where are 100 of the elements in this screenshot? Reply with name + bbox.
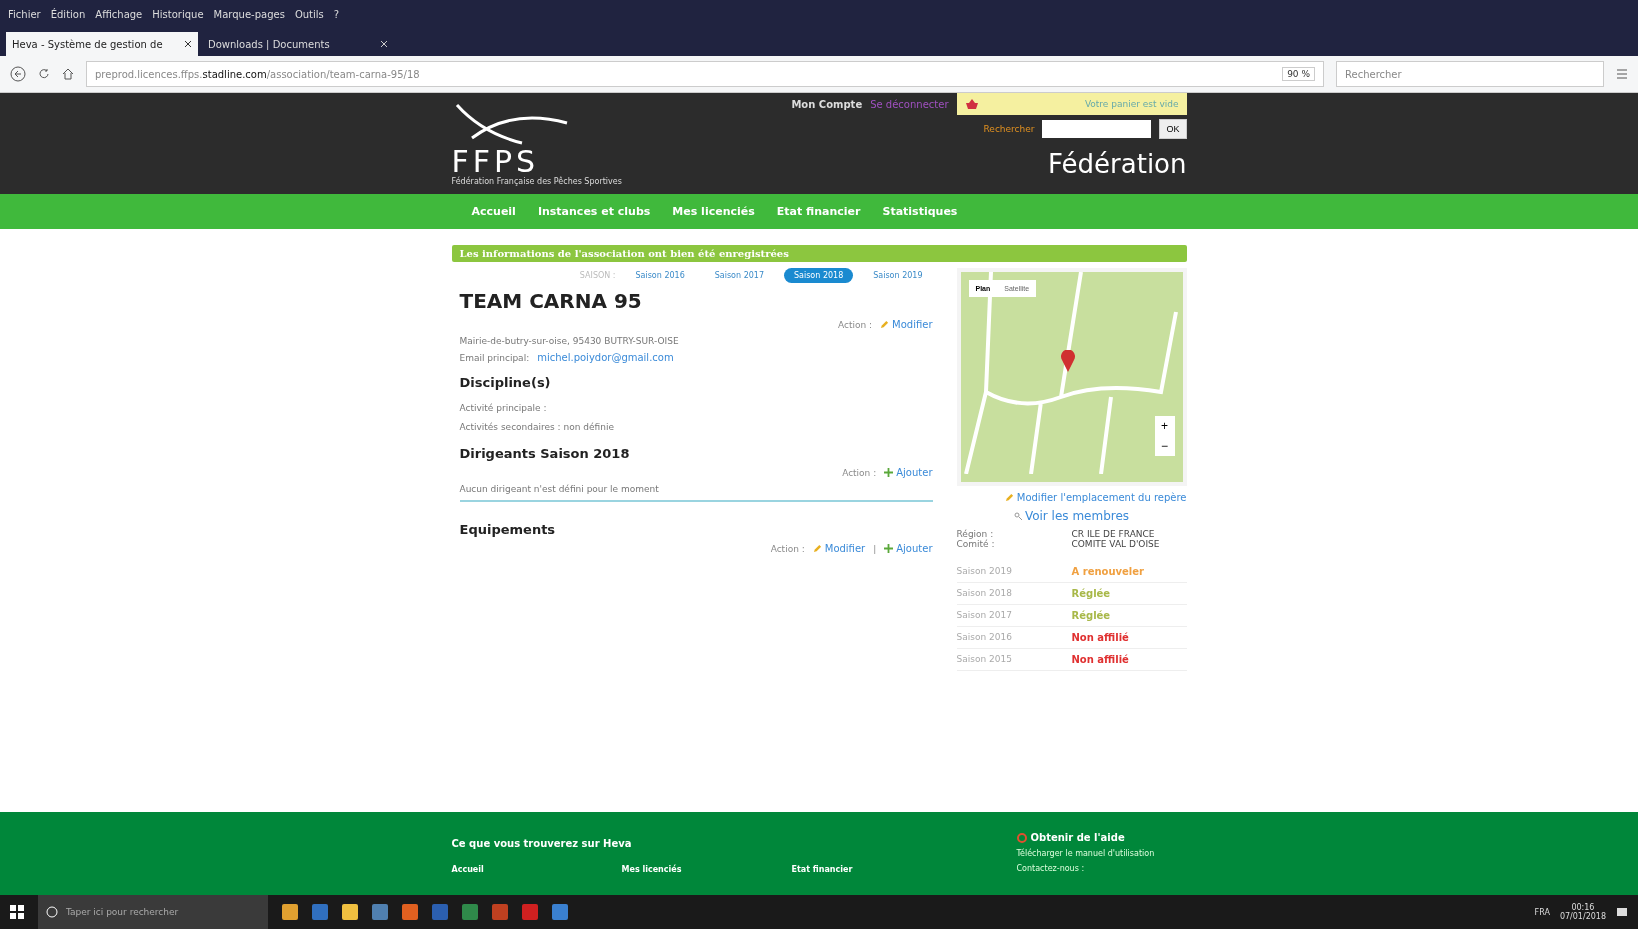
season-name: Saison 2018 [956, 588, 1013, 599]
pencil-icon [812, 544, 822, 553]
menu-item[interactable]: ? [333, 8, 340, 20]
plus-icon [884, 544, 894, 553]
email-label: Email principal: [459, 352, 530, 363]
edit-link[interactable]: Modifier [880, 319, 933, 330]
plus-icon [884, 468, 894, 477]
menu-item[interactable]: Marque-pages [213, 8, 285, 20]
clock-date: 07/01/2018 [1559, 912, 1606, 921]
edit-link[interactable]: Modifier [812, 543, 866, 554]
action-label: Action : [837, 319, 873, 330]
taskbar-app-icon[interactable] [552, 904, 568, 920]
map-pin-icon [1060, 350, 1075, 372]
search-input[interactable] [1042, 120, 1152, 138]
cart-banner: Votre panier est vide [956, 93, 1187, 115]
info-value: COMITE VAL D'OISE [1071, 539, 1161, 549]
success-notice: Les informations de l'association ont bien été enregistrées [451, 245, 1187, 262]
taskbar-app-icon[interactable] [522, 904, 538, 920]
section-heading: Discipline(s) [459, 375, 552, 390]
club-address: Mairie-de-butry-sur-oise, 95430 BUTRY-SUR-OISE [459, 336, 680, 346]
taskbar-app-icon[interactable] [432, 904, 448, 920]
action-label: Action : [770, 543, 805, 554]
nav-link[interactable]: Accueil [471, 205, 516, 218]
taskbar-app-icon[interactable] [342, 904, 358, 920]
close-icon[interactable] [184, 40, 192, 48]
pencil-icon [1004, 493, 1014, 502]
notification-icon[interactable] [1616, 906, 1628, 918]
taskbar-app-icon[interactable] [492, 904, 508, 920]
nav-link[interactable]: Etat financier [776, 205, 861, 218]
add-link[interactable]: Ajouter [884, 467, 933, 478]
season-status: Réglée [1071, 588, 1111, 599]
nav-link[interactable]: Instances et clubs [537, 205, 651, 218]
separator: | [873, 543, 877, 554]
help-title: Obtenir de l'aide [1016, 832, 1187, 843]
add-link[interactable]: Ajouter [884, 543, 933, 554]
pencil-icon [880, 320, 890, 329]
club-name: TEAM CARNA 95 [459, 289, 643, 313]
season-label: SAISON : [579, 271, 616, 280]
info-label: Comité : [956, 539, 996, 549]
menu-item[interactable]: Fichier [8, 8, 41, 20]
logo-text: FFPS [451, 147, 540, 177]
clock-time: 00:16 [1571, 903, 1595, 912]
season-status: Réglée [1071, 610, 1111, 621]
browser-tab[interactable]: Heva - Système de gestion de [6, 32, 198, 56]
magnifier-icon [1013, 512, 1022, 520]
menu-item[interactable]: Édition [50, 8, 86, 20]
section-title: Fédération [1048, 149, 1187, 179]
taskbar-app-icon[interactable] [462, 904, 478, 920]
ok-button[interactable]: OK [1159, 119, 1187, 139]
search-field[interactable]: Rechercher [1336, 61, 1604, 87]
email-link[interactable]: michel.poiydor@gmail.com [537, 352, 674, 363]
footer-title: Ce que vous trouverez sur Heva [451, 838, 632, 849]
section-heading: Dirigeants Saison 2018 [459, 446, 631, 461]
help-link[interactable]: Contactez-nous : [1016, 864, 1187, 873]
footer-link[interactable]: Etat financier [791, 865, 962, 874]
home-icon[interactable] [62, 68, 74, 80]
taskbar-search-field[interactable]: Taper ici pour rechercher [38, 895, 268, 929]
discipline-text: Activités secondaires : non définie [459, 422, 614, 432]
taskbar-app-icon[interactable] [402, 904, 418, 920]
windows-start-icon[interactable] [10, 905, 24, 919]
season-name: Saison 2017 [956, 610, 1013, 621]
account-label: Mon Compte [791, 98, 863, 110]
season-tab[interactable]: Saison 2019 [863, 268, 933, 283]
menu-item[interactable]: Historique [152, 8, 204, 20]
taskbar-app-icon[interactable] [312, 904, 328, 920]
menu-item[interactable]: Affichage [95, 8, 143, 20]
action-label: Action : [842, 467, 877, 478]
season-name: Saison 2015 [956, 654, 1013, 665]
section-heading: Equipements [459, 522, 557, 537]
browser-tab[interactable]: Downloads | Documents [202, 32, 394, 56]
season-name: Saison 2016 [956, 632, 1013, 643]
empty-message: Aucun dirigeant n'est défini pour le moment [459, 484, 660, 494]
footer-link[interactable]: Accueil [451, 865, 622, 874]
menu-icon[interactable] [1616, 68, 1628, 80]
footer-link[interactable]: Mes licenciés [621, 865, 792, 874]
season-tab[interactable]: Saison 2017 [704, 268, 774, 283]
nav-link[interactable]: Mes licenciés [672, 205, 755, 218]
info-label: Région : [956, 529, 995, 539]
back-icon[interactable] [10, 66, 26, 82]
info-value: CR ILE DE FRANCE [1071, 529, 1156, 539]
season-name: Saison 2019 [956, 566, 1013, 577]
edit-marker-link[interactable]: Modifier l'emplacement du repère [1004, 492, 1187, 503]
season-status: A renouveler [1071, 566, 1144, 577]
discipline-text: Activité principale : [459, 403, 547, 413]
logo-subtitle: Fédération Française des Pêches Sportives [451, 177, 622, 186]
season-tab[interactable]: Saison 2016 [625, 268, 695, 283]
season-status: Non affilié [1071, 632, 1129, 643]
taskbar-app-icon[interactable] [372, 904, 388, 920]
address-field[interactable]: preprod.licences.ffps.stadline.com/association/team-carna-95/18 90 % [86, 61, 1324, 87]
nav-link[interactable]: Statistiques [882, 205, 958, 218]
language-indicator[interactable]: FRA [1534, 907, 1550, 917]
reload-icon[interactable] [38, 68, 50, 80]
members-link[interactable]: Voir les membres [1013, 509, 1130, 523]
help-link[interactable]: Télécharger le manuel d'utilisation [1016, 849, 1187, 858]
search-label: Rechercher [983, 124, 1035, 134]
circle-icon [46, 906, 58, 918]
menu-item[interactable]: Outils [294, 8, 324, 20]
season-tab[interactable]: Saison 2018 [784, 268, 854, 283]
logout-link[interactable]: Se déconnecter [870, 98, 949, 110]
taskbar-app-icon[interactable] [282, 904, 298, 920]
